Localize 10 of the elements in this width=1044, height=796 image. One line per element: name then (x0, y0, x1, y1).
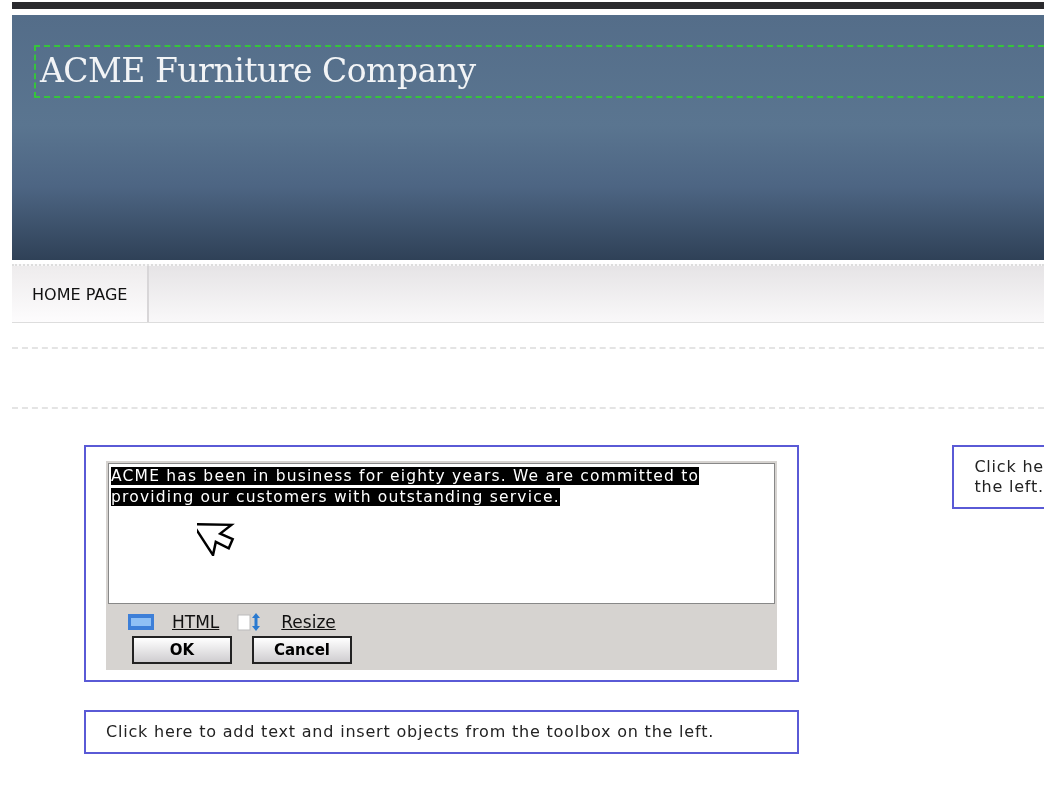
dialog-button[interactable]: OK (132, 636, 232, 664)
editor-link[interactable]: HTML (172, 612, 220, 632)
content-placeholder[interactable]: Click here to add text and insert objects from the toolbox on the left. (84, 710, 799, 754)
nav-tab[interactable]: HOME PAGE (12, 266, 150, 322)
html-icon (128, 614, 154, 630)
dialog-button[interactable]: Cancel (252, 636, 352, 664)
content-placeholder[interactable]: Click he the left. (952, 445, 1044, 509)
text-editor-field[interactable]: ACME has been in business for eighty years. We are committed to providing our customers with outstanding service. (108, 463, 775, 604)
editor-link[interactable]: Resize (281, 612, 336, 632)
site-title: ACME Furniture Company (34, 45, 1044, 98)
